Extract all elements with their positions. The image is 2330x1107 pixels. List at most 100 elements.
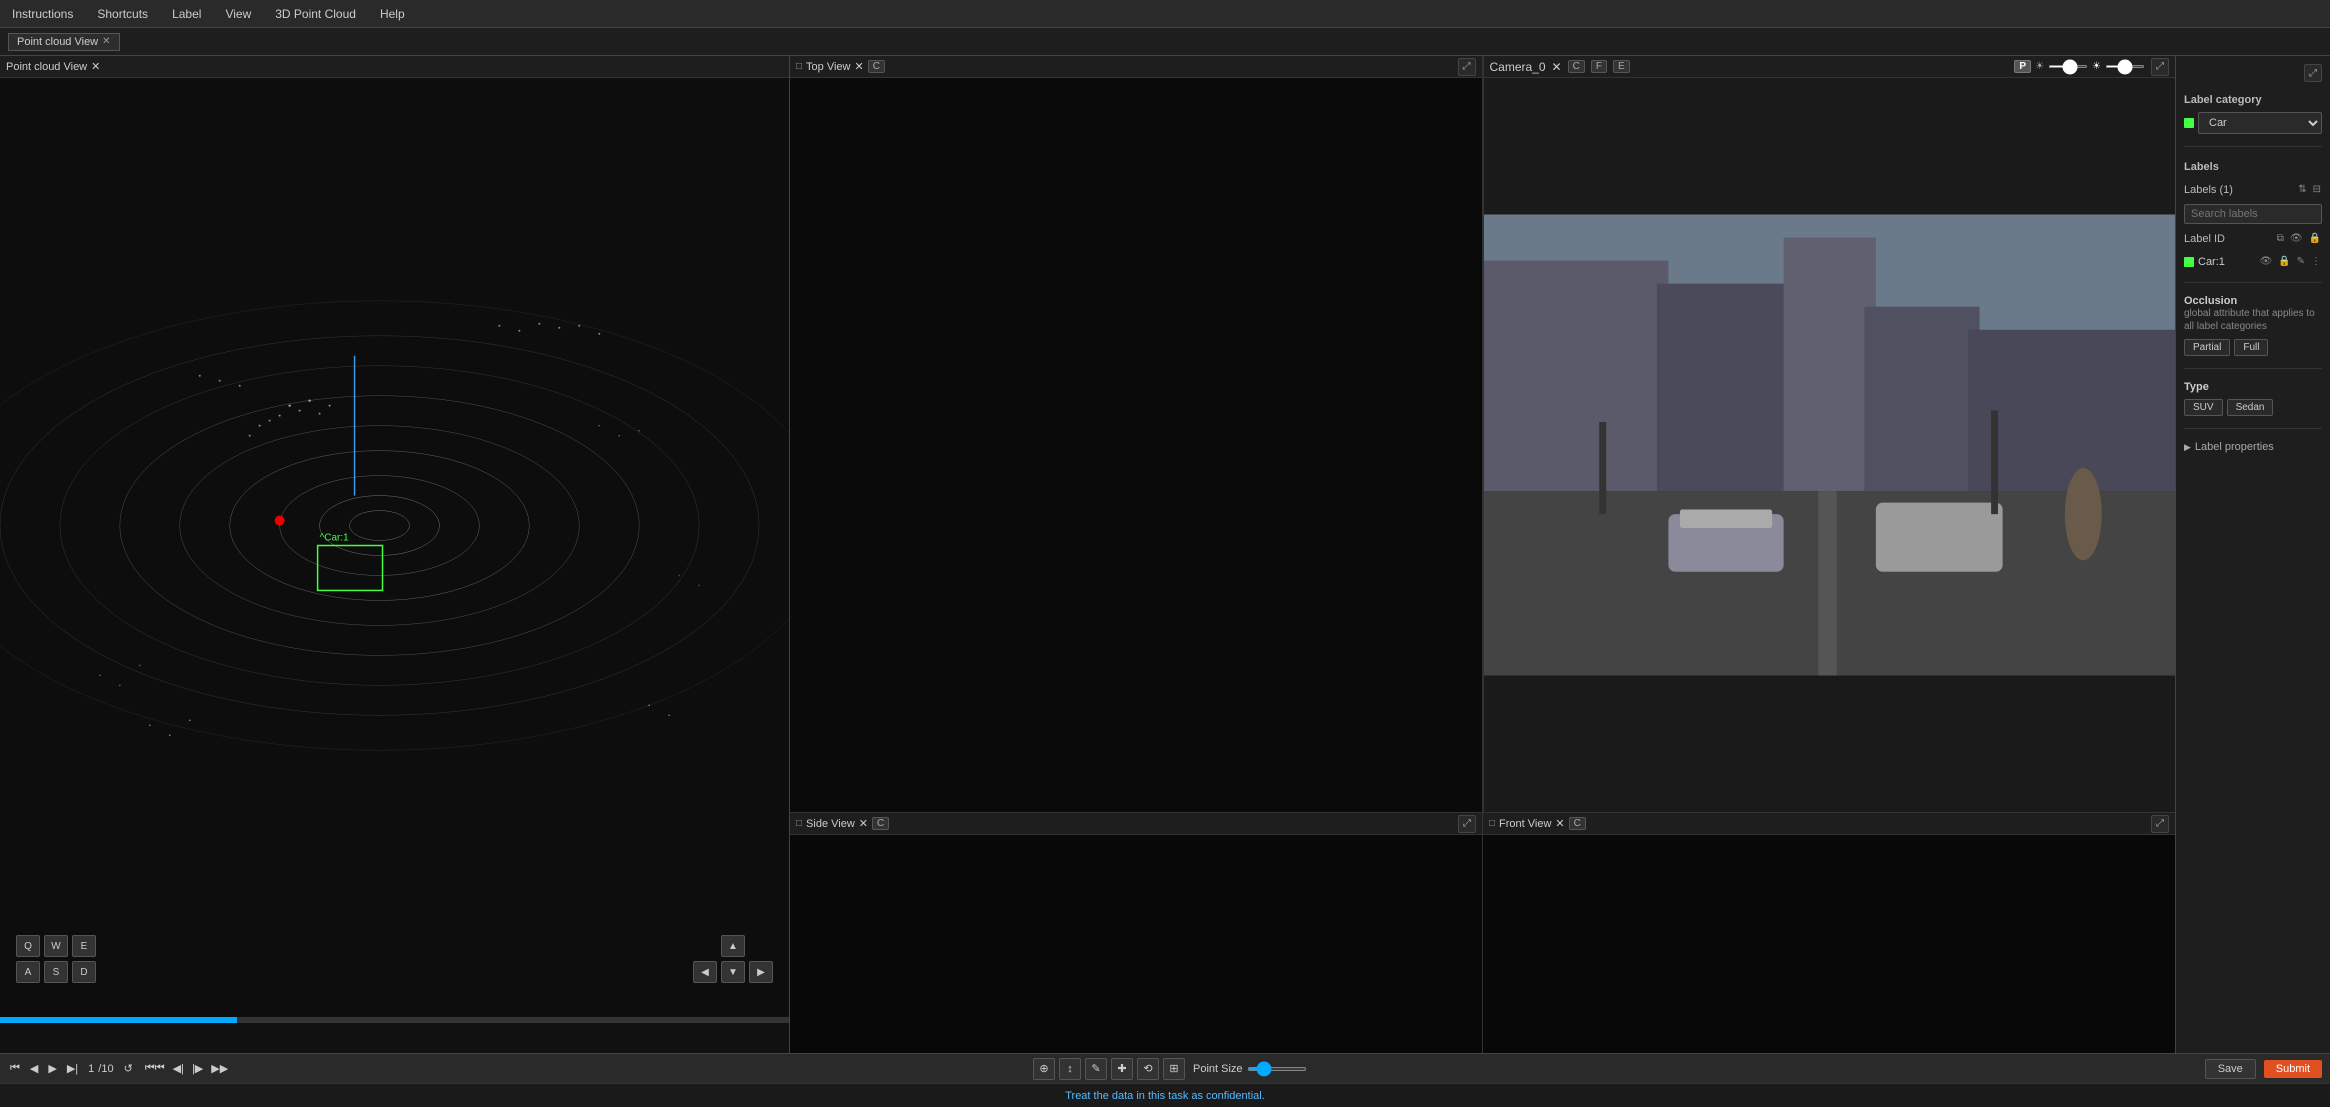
- point-size-slider[interactable]: [1247, 1067, 1307, 1071]
- side-view-canvas[interactable]: [790, 835, 1482, 1053]
- point-size-label: Point Size: [1193, 1063, 1243, 1075]
- divider-2: [2184, 282, 2322, 283]
- playback-play-btn[interactable]: ▶: [46, 1060, 58, 1077]
- p-badge: P: [2014, 60, 2031, 73]
- side-view-icon: □: [796, 818, 802, 829]
- select-tool-icon[interactable]: ⊕: [1033, 1058, 1055, 1080]
- label-id-copy-btn[interactable]: ⧉: [2276, 232, 2285, 245]
- label-id-row: Label ID ⧉ 👁 🔒: [2184, 232, 2322, 245]
- side-view-expand-btn[interactable]: ⤢: [1458, 815, 1476, 833]
- bottom-views-row: □ Side View ✕ C ⤢ □ Front View: [790, 813, 2175, 1053]
- sedan-btn[interactable]: Sedan: [2227, 399, 2274, 416]
- menu-instructions[interactable]: Instructions: [8, 5, 77, 23]
- top-view-expand-btn[interactable]: ⤢: [1458, 58, 1476, 76]
- timeline-skip-forward-btn[interactable]: ▶▶: [209, 1060, 230, 1077]
- occlusion-desc: global attribute that applies to all lab…: [2184, 307, 2322, 333]
- timeline-skip-back-btn[interactable]: ⏮⏮: [143, 1060, 167, 1077]
- brightness-slider[interactable]: [2048, 65, 2088, 68]
- keyboard-controls: Q W E A S D: [16, 935, 96, 983]
- nav-down-icon[interactable]: ▼: [721, 961, 745, 983]
- crop-icon[interactable]: ⊞: [1163, 1058, 1185, 1080]
- timeline-container[interactable]: [0, 1017, 789, 1023]
- tab-close-icon[interactable]: ✕: [102, 36, 110, 47]
- label-id-eye-btn[interactable]: 👁: [2289, 232, 2304, 245]
- point-cloud-svg: ^Car:1: [0, 78, 789, 1023]
- nav-left-icon[interactable]: ◀: [693, 961, 717, 983]
- submit-button[interactable]: Submit: [2264, 1060, 2322, 1078]
- top-view-close-icon[interactable]: ✕: [854, 60, 863, 73]
- nav-up-icon[interactable]: ▲: [721, 935, 745, 957]
- front-view-canvas[interactable]: [1483, 835, 2175, 1053]
- car1-lock-btn[interactable]: 🔒: [2277, 255, 2291, 268]
- timeline-back-btn[interactable]: ◀|: [171, 1060, 186, 1077]
- side-view-label: Side View: [806, 818, 855, 830]
- sidebar-expand-btn[interactable]: ⤢: [2304, 64, 2322, 82]
- car1-eye-btn[interactable]: 👁: [2258, 255, 2273, 268]
- timeline-forward-btn[interactable]: |▶: [190, 1060, 205, 1077]
- contrast-slider[interactable]: [2105, 65, 2145, 68]
- label-id-lock-btn[interactable]: 🔒: [2308, 232, 2322, 245]
- labels-count-header: Labels (1) ⇅ ⊟: [2184, 183, 2322, 196]
- front-view-label: Front View: [1499, 818, 1551, 830]
- search-labels-input[interactable]: [2184, 204, 2322, 224]
- camera0-expand-btn[interactable]: ⤢: [2151, 58, 2169, 76]
- label-category-select[interactable]: Car Truck Pedestrian: [2198, 112, 2322, 134]
- menu-label[interactable]: Label: [168, 5, 205, 23]
- label-sidebar: ⤢ Label category Car Truck Pedestrian La…: [2175, 56, 2330, 1053]
- key-e[interactable]: E: [72, 935, 96, 957]
- point-cloud-close-icon[interactable]: ✕: [91, 60, 100, 73]
- playback-next-btn[interactable]: ▶|: [65, 1060, 80, 1077]
- top-view-label: Top View: [806, 61, 850, 73]
- key-d[interactable]: D: [72, 961, 96, 983]
- key-s[interactable]: S: [44, 961, 68, 983]
- camera0-image-svg: [1484, 78, 2176, 812]
- label-car1-item[interactable]: Car:1 👁 🔒 ✎ ⋮: [2184, 253, 2322, 270]
- menu-3d-point-cloud[interactable]: 3D Point Cloud: [271, 5, 360, 23]
- point-cloud-canvas[interactable]: ^Car:1: [0, 78, 789, 1023]
- playback-skip-start-btn[interactable]: ⏮: [8, 1060, 22, 1077]
- tab-bar: Point cloud View ✕: [0, 28, 2330, 56]
- front-view-close-icon[interactable]: ✕: [1555, 817, 1564, 830]
- frame-current: 1: [88, 1063, 94, 1075]
- sort-icon-btn[interactable]: ⇅: [2297, 183, 2307, 196]
- chevron-right-icon: ▶: [2184, 442, 2191, 453]
- tool-icons: ⊕ ↕ ✎ ✚ ⟲ ⊞: [1033, 1058, 1185, 1080]
- front-view-expand-btn[interactable]: ⤢: [2151, 815, 2169, 833]
- key-q[interactable]: Q: [16, 935, 40, 957]
- type-buttons: SUV Sedan: [2184, 399, 2322, 416]
- side-view-header: □ Side View ✕ C ⤢: [790, 813, 1482, 835]
- draw-tool-icon[interactable]: ✎: [1085, 1058, 1107, 1080]
- move-tool-icon[interactable]: ↕: [1059, 1058, 1081, 1080]
- filter-icon-btn[interactable]: ⊟: [2312, 183, 2322, 196]
- nav-right-icon[interactable]: ▶: [749, 961, 773, 983]
- occlusion-section: Occlusion global attribute that applies …: [2184, 295, 2322, 356]
- front-view-panel: □ Front View ✕ C ⤢: [1483, 813, 2175, 1053]
- menu-help[interactable]: Help: [376, 5, 409, 23]
- partial-btn[interactable]: Partial: [2184, 339, 2230, 356]
- category-color-dot: [2184, 118, 2194, 128]
- transform-icon[interactable]: ⟲: [1137, 1058, 1159, 1080]
- key-a[interactable]: A: [16, 961, 40, 983]
- label-properties-row[interactable]: ▶ Label properties: [2184, 441, 2322, 453]
- side-view-close-icon[interactable]: ✕: [859, 817, 868, 830]
- car1-more-btn[interactable]: ⋮: [2310, 255, 2322, 268]
- camera0-close-icon[interactable]: ✕: [1552, 60, 1562, 74]
- labels-title: Labels: [2184, 159, 2322, 175]
- camera0-badge-c: C: [1568, 60, 1585, 73]
- labels-count: Labels (1): [2184, 184, 2233, 196]
- suv-btn[interactable]: SUV: [2184, 399, 2223, 416]
- divider-3: [2184, 368, 2322, 369]
- key-w[interactable]: W: [44, 935, 68, 957]
- playback-prev-btn[interactable]: ◀: [28, 1060, 40, 1077]
- menu-view[interactable]: View: [221, 5, 255, 23]
- timeline-fill: [0, 1017, 237, 1023]
- tab-point-cloud-view[interactable]: Point cloud View ✕: [8, 33, 120, 51]
- refresh-btn[interactable]: ↺: [122, 1060, 135, 1077]
- menu-shortcuts[interactable]: Shortcuts: [93, 5, 152, 23]
- save-button[interactable]: Save: [2205, 1059, 2256, 1079]
- point-size-area: Point Size: [1193, 1063, 1307, 1075]
- full-btn[interactable]: Full: [2234, 339, 2268, 356]
- add-point-icon[interactable]: ✚: [1111, 1058, 1133, 1080]
- top-view-canvas[interactable]: [790, 78, 1482, 812]
- car1-edit-btn[interactable]: ✎: [2296, 255, 2306, 268]
